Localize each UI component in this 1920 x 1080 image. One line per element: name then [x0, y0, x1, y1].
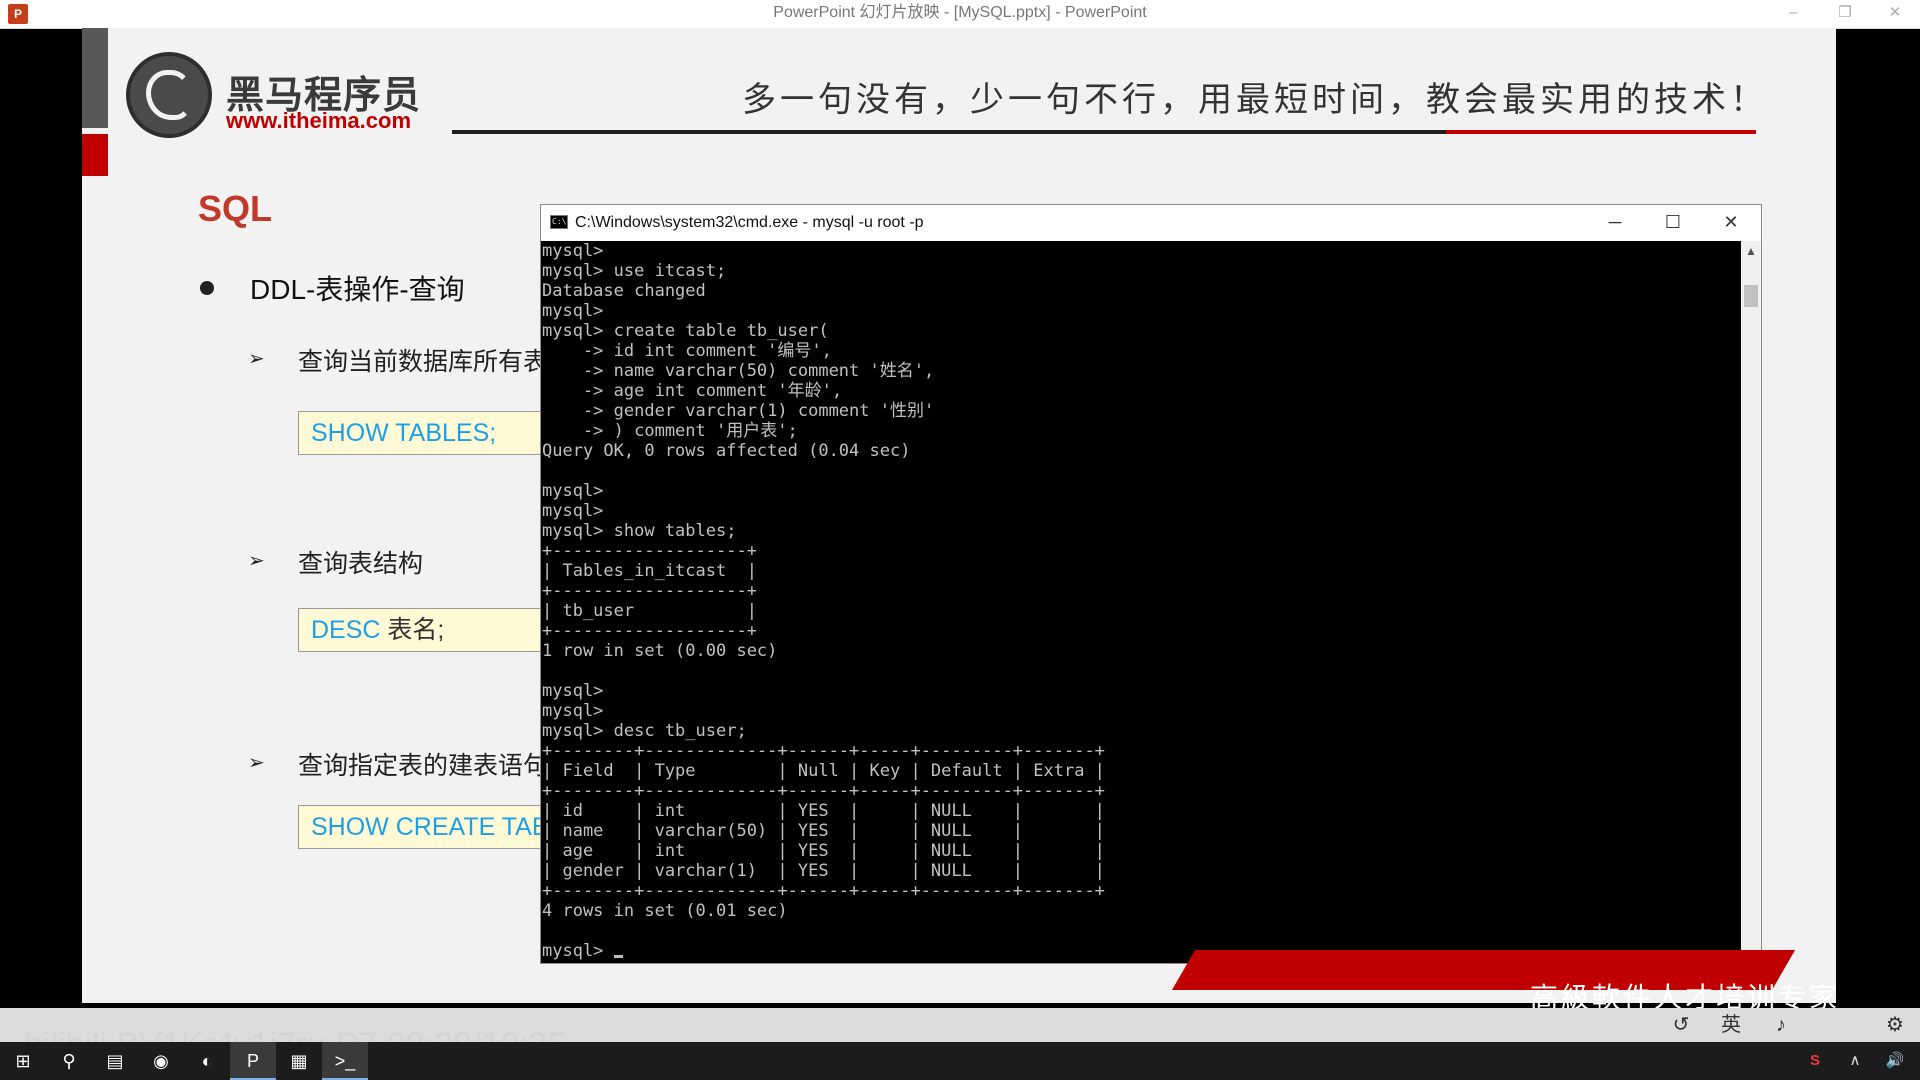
restore-button[interactable]: ❐ [1822, 0, 1868, 28]
file-explorer-icon[interactable]: ▤ [92, 1042, 138, 1080]
scroll-thumb[interactable] [1744, 285, 1758, 307]
cmd-minimize-button[interactable]: ─ [1587, 205, 1643, 241]
close-button[interactable]: ✕ [1872, 0, 1918, 28]
volume-icon[interactable]: 🔊 [1878, 1042, 1912, 1080]
bullet-title: DDL-表操作-查询 [250, 274, 465, 305]
cmd-title-bar[interactable]: C:\ C:\Windows\system32\cmd.exe - mysql … [541, 205, 1761, 241]
code-keyword: SHOW TABLES; [311, 419, 497, 447]
cmd-app-icon: C:\ [550, 215, 568, 229]
window-title: PowerPoint 幻灯片放映 - [MySQL.pptx] - PowerP… [773, 4, 1147, 21]
itheima-logo-icon [126, 52, 212, 138]
text-cursor [613, 955, 623, 958]
sub-item-label: 查询表结构 [298, 550, 424, 578]
start-icon[interactable]: ⊞ [0, 1042, 46, 1080]
settings-icon[interactable]: ⚙ [1880, 1010, 1910, 1040]
chrome-icon[interactable]: ◉ [138, 1042, 184, 1080]
cmd-title: C:\Windows\system32\cmd.exe - mysql -u r… [575, 214, 924, 231]
arrow-bullet-icon: ➢ [248, 348, 265, 370]
arrow-bullet-icon: ➢ [248, 752, 265, 774]
cmd-maximize-button[interactable]: ☐ [1645, 205, 1701, 241]
tray-expand-icon[interactable]: ∧ [1840, 1042, 1870, 1080]
language-icon[interactable]: 英 [1716, 1010, 1746, 1040]
decor-bar [82, 28, 108, 128]
cmd-close-button[interactable]: ✕ [1703, 205, 1759, 241]
replay-icon[interactable]: ↺ [1666, 1010, 1696, 1040]
decor-bar-red [82, 134, 108, 176]
code-keyword: SHOW CREATE TABLE [311, 813, 580, 841]
terminal-output: mysql> mysql> use itcast; Database chang… [541, 241, 1741, 961]
header-divider [452, 130, 1452, 134]
powerpoint-taskbar-icon[interactable]: P [230, 1042, 276, 1080]
search-icon[interactable]: ⚲ [46, 1042, 92, 1080]
cmd-taskbar-icon[interactable]: >_ [322, 1042, 368, 1080]
vertical-scrollbar[interactable]: ▲ ▼ [1741, 241, 1761, 963]
app-icon[interactable]: ◐ [184, 1042, 230, 1080]
sub-item-label: 查询指定表的建表语句 [298, 752, 549, 780]
scroll-up-icon[interactable]: ▲ [1741, 241, 1761, 261]
slogan: 多一句没有，少一句不行，用最短时间，教会最实用的技术！ [742, 80, 1768, 120]
slide-heading: SQL [198, 188, 273, 229]
terminal-area[interactable]: mysql> mysql> use itcast; Database chang… [541, 241, 1741, 963]
code-keyword: DESC [311, 616, 381, 644]
terminal-prompt: mysql> [542, 941, 614, 961]
header-divider-red [1446, 130, 1756, 134]
cmd-window[interactable]: C:\ C:\Windows\system32\cmd.exe - mysql … [540, 204, 1762, 964]
input-method-icon[interactable]: S [1800, 1042, 1830, 1080]
windows-taskbar: ⊞ ⚲ ▤ ◉ ◐ P ▦ >_ S ∧ 🔊 [0, 1042, 1920, 1080]
arrow-bullet-icon: ➢ [248, 550, 265, 572]
logo-url: www.itheima.com [226, 108, 412, 133]
code-rest: 表名; [380, 616, 445, 644]
app-icon[interactable]: ▦ [276, 1042, 322, 1080]
minimize-button[interactable]: – [1770, 0, 1816, 28]
powerpoint-title-bar: P PowerPoint 幻灯片放映 - [MySQL.pptx] - Powe… [0, 0, 1920, 29]
sub-item-label: 查询当前数据库所有表 [298, 348, 549, 376]
terminal-history: mysql> mysql> use itcast; Database chang… [542, 241, 1105, 921]
bullet-icon [200, 281, 214, 295]
audio-icon[interactable]: ♪ [1766, 1010, 1796, 1040]
